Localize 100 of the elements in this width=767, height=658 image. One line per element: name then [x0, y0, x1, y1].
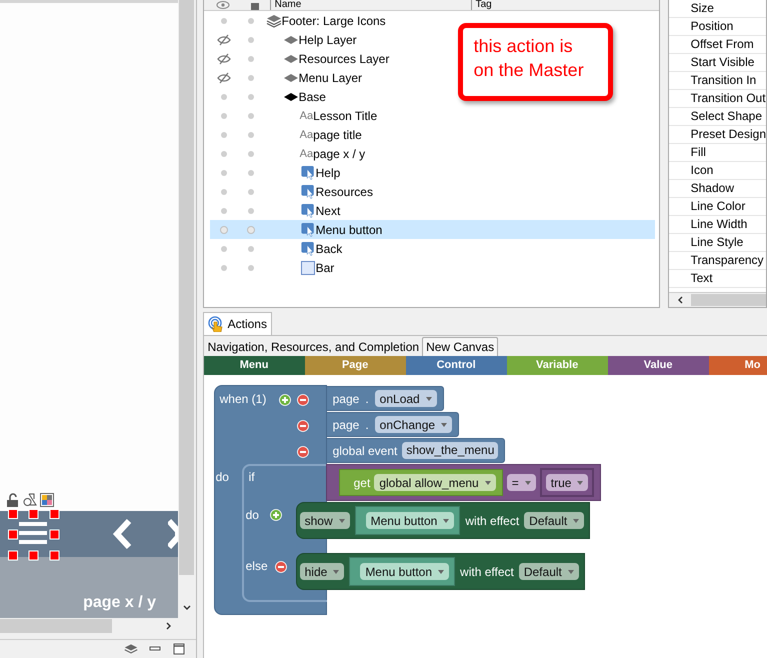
visibility-dot[interactable] [220, 18, 227, 24]
category-tab[interactable]: Control [406, 356, 507, 375]
layer-row[interactable]: Resources Layer [210, 49, 450, 68]
visibility-dot[interactable] [220, 246, 227, 252]
layer-row[interactable]: Menu Layer [210, 68, 450, 87]
lock-dot[interactable] [248, 170, 254, 176]
visibility-dot[interactable] [220, 226, 228, 234]
remove-icon[interactable] [296, 394, 309, 406]
property-item[interactable]: Line Color [668, 198, 766, 216]
property-item[interactable]: Transition Out [668, 90, 766, 108]
dropdown[interactable]: true [546, 474, 588, 491]
property-item[interactable]: Start Visible [668, 54, 766, 72]
property-item[interactable]: Transparency [668, 252, 766, 270]
property-item[interactable]: Select Shape [668, 108, 766, 126]
property-item[interactable]: Position [668, 18, 766, 36]
visibility-dot[interactable] [220, 150, 227, 156]
dropdown[interactable]: Default [518, 563, 579, 580]
lock-icon[interactable] [6, 493, 20, 507]
visibility-dot[interactable] [220, 112, 227, 118]
dropdown[interactable]: show [300, 512, 350, 529]
layers-icon[interactable] [124, 643, 138, 655]
button-cursor-icon [300, 222, 316, 236]
lock-dot[interactable] [248, 188, 254, 194]
text-field[interactable]: show_the_menu [402, 442, 498, 459]
add-icon[interactable] [270, 509, 282, 521]
visibility-dot[interactable] [220, 94, 227, 100]
palette-icon[interactable] [40, 493, 54, 507]
add-icon[interactable] [278, 394, 291, 406]
chevron-right-icon[interactable] [168, 518, 178, 550]
property-item[interactable]: Transition In [668, 72, 766, 90]
layer-row[interactable]: Aapage title [210, 125, 450, 144]
lock-dot[interactable] [248, 208, 254, 214]
property-item[interactable]: Text [668, 270, 766, 288]
layer-row[interactable]: Menu button [210, 220, 655, 239]
dropdown[interactable]: = [506, 474, 536, 491]
lock-dot[interactable] [248, 246, 254, 252]
dropdown[interactable]: onLoad [374, 390, 437, 407]
remove-icon[interactable] [296, 446, 309, 458]
layer-row[interactable]: Bar [210, 258, 450, 277]
layer-row[interactable]: Resources [210, 182, 450, 201]
layer-row[interactable]: Aapage x / y [210, 144, 450, 163]
property-item[interactable]: Icon [668, 162, 766, 180]
maximize-icon[interactable] [172, 643, 186, 655]
caret-icon [573, 518, 580, 522]
visibility-dot[interactable] [220, 264, 227, 270]
property-item[interactable]: Size [668, 0, 766, 18]
category-tab[interactable]: Mo [708, 356, 767, 375]
button-cursor-icon [300, 204, 316, 218]
lock-dot[interactable] [248, 94, 254, 100]
lock-dot[interactable] [248, 56, 254, 62]
dropdown[interactable]: hide [300, 563, 344, 580]
layer-row[interactable]: Next [210, 201, 450, 220]
block-label: . [365, 418, 369, 432]
hidden-eye-icon[interactable] [216, 72, 231, 84]
lock-dot[interactable] [248, 18, 254, 24]
menu-icon[interactable] [19, 522, 47, 544]
property-item[interactable]: Line Style [668, 234, 766, 252]
block-label: with effect [465, 514, 520, 528]
remove-icon[interactable] [296, 420, 309, 432]
horizontal-scrollbar[interactable] [668, 292, 766, 307]
dropdown[interactable]: global allow_menu [374, 474, 496, 491]
remove-icon[interactable] [274, 561, 287, 573]
layer-row[interactable]: AaLesson Title [210, 106, 450, 125]
dropdown[interactable]: Default [524, 512, 584, 529]
lock-dot[interactable] [248, 150, 254, 156]
property-item[interactable]: Shadow [668, 180, 766, 198]
lock-dot[interactable] [248, 132, 254, 138]
lock-dot[interactable] [248, 264, 254, 270]
canvas-tab[interactable]: New Canvas [422, 337, 498, 356]
layer-row[interactable]: Footer: Large Icons [210, 11, 450, 30]
selection-handles[interactable] [8, 509, 60, 560]
lock-dot[interactable] [246, 226, 255, 234]
category-tab[interactable]: Value [608, 356, 709, 375]
actions-tab[interactable]: Actions [202, 312, 272, 335]
column-header[interactable]: Tag [470, 0, 659, 10]
property-item[interactable]: Fill [668, 144, 766, 162]
visibility-dot[interactable] [220, 132, 227, 138]
lock-dot[interactable] [248, 112, 254, 118]
lock-dot[interactable] [248, 74, 254, 80]
block-label: else [246, 559, 268, 573]
property-item[interactable]: Offset From [668, 36, 766, 54]
layer-name: Footer: Large Icons [282, 14, 386, 28]
dropdown[interactable]: onChange [374, 416, 452, 433]
visibility-dot[interactable] [220, 208, 227, 214]
shapes-icon[interactable] [23, 493, 37, 507]
layer-row[interactable]: Base [210, 87, 450, 106]
layer-row[interactable]: Back [210, 239, 450, 258]
lock-dot[interactable] [248, 36, 254, 42]
visibility-dot[interactable] [220, 170, 227, 176]
layer-row[interactable]: Help [210, 163, 450, 182]
hidden-eye-icon[interactable] [216, 52, 231, 64]
dropdown[interactable]: Menu button [360, 563, 450, 580]
property-item[interactable]: Line Width [668, 216, 766, 234]
column-header[interactable]: Name [270, 0, 471, 10]
layer-row[interactable]: Help Layer [210, 30, 450, 49]
property-item[interactable]: Preset Design [668, 126, 766, 144]
category-tab[interactable]: Menu [204, 356, 305, 375]
hidden-eye-icon[interactable] [216, 34, 231, 46]
visibility-dot[interactable] [220, 188, 227, 194]
dropdown[interactable]: Menu button [366, 512, 454, 529]
